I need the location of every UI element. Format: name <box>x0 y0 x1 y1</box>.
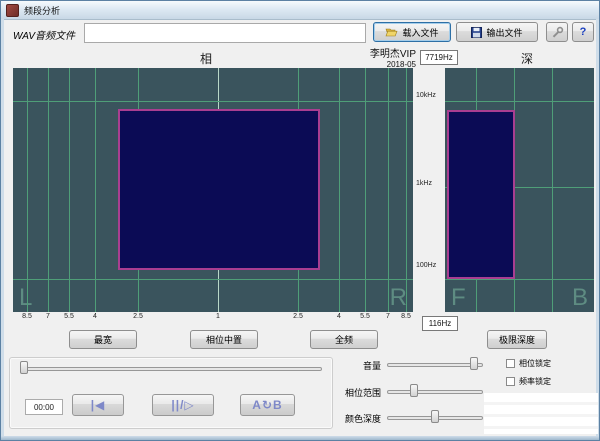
user-name: 李明杰VIP <box>341 45 416 60</box>
corner-label-right: R <box>390 284 407 312</box>
frequency-lock-checkbox[interactable] <box>506 377 515 386</box>
export-file-label: 输出文件 <box>486 26 522 39</box>
gridline-horizontal <box>13 101 413 102</box>
folder-open-icon <box>385 27 398 38</box>
corner-label-left: L <box>19 284 32 312</box>
help-label: ? <box>580 26 587 38</box>
frequency-scale: 10kHz 1kHz 100Hz <box>413 68 445 312</box>
play-pause-button[interactable]: ||/▷ <box>152 394 214 416</box>
phase-range-label: 相位范围 <box>341 386 381 399</box>
color-depth-slider-track[interactable] <box>387 416 483 420</box>
gridline-vertical <box>48 68 49 312</box>
full-frequency-button[interactable]: 全频 <box>310 330 378 349</box>
help-button[interactable]: ? <box>572 22 594 42</box>
selection-rectangle <box>118 109 320 270</box>
user-block: 李明杰VIP 2018-05 <box>341 45 416 69</box>
transport-group: 00:00 |◀ ||/▷ A↻B <box>9 357 333 429</box>
gridline-vertical <box>406 68 407 312</box>
gridline-horizontal <box>13 279 413 280</box>
volume-label: 音量 <box>341 359 381 372</box>
volume-slider-track[interactable] <box>387 363 483 367</box>
time-display: 00:00 <box>25 399 63 415</box>
axis-tick-label: 2.5 <box>293 313 303 320</box>
selection-rectangle <box>447 110 515 279</box>
axis-tick-label: 7 <box>386 313 390 320</box>
axis-tick-label: 7 <box>46 313 50 320</box>
window-border-right <box>596 19 599 436</box>
phase-heading: 相 <box>200 50 212 67</box>
gridline-vertical <box>27 68 28 312</box>
color-depth-label: 颜色深度 <box>341 412 381 425</box>
seek-slider-track[interactable] <box>20 367 322 371</box>
settings-button[interactable] <box>546 22 568 42</box>
load-file-button[interactable]: 载入文件 <box>373 22 451 42</box>
axis-tick-label: 4 <box>93 313 97 320</box>
corner-label-back: B <box>572 284 588 312</box>
gridline-vertical <box>69 68 70 312</box>
widest-button[interactable]: 最宽 <box>69 330 137 349</box>
axis-tick-label: 8.5 <box>22 313 32 320</box>
wav-file-label: WAV音频文件 <box>13 27 75 42</box>
gridline-vertical <box>95 68 96 312</box>
gridline-vertical <box>552 68 553 312</box>
phase-lock-label: 相位锁定 <box>519 358 551 369</box>
depth-analysis-panel[interactable]: F B <box>445 68 594 312</box>
phase-lock-row[interactable]: 相位锁定 <box>506 358 551 369</box>
phase-range-slider-thumb[interactable] <box>410 384 418 397</box>
limit-depth-button[interactable]: 极限深度 <box>487 330 547 349</box>
overlay-window <box>484 393 598 434</box>
save-icon <box>471 27 482 38</box>
frequency-lock-label: 频率锁定 <box>519 376 551 387</box>
gridline-vertical <box>388 68 389 312</box>
phase-axis-ticks: 8.5 7 5.5 4 2.5 1 2.5 4 5.5 7 8.5 <box>13 313 413 323</box>
top-frequency-readout: 7719Hz <box>420 50 458 65</box>
axis-tick-label: 5.5 <box>64 313 74 320</box>
axis-tick-label: 5.5 <box>360 313 370 320</box>
axis-tick-label: 8.5 <box>401 313 411 320</box>
phase-analysis-panel[interactable]: L R <box>13 68 413 312</box>
gridline-vertical <box>365 68 366 312</box>
gridline-vertical <box>339 68 340 312</box>
bottom-frequency-readout: 116Hz <box>422 316 458 331</box>
ab-loop-button[interactable]: A↻B <box>240 394 295 416</box>
corner-label-front: F <box>451 284 466 312</box>
file-path-input[interactable] <box>84 23 366 43</box>
skip-start-button[interactable]: |◀ <box>72 394 124 416</box>
axis-tick-label: 4 <box>337 313 341 320</box>
gridline-horizontal <box>445 101 594 102</box>
phase-center-button[interactable]: 相位中置 <box>190 330 258 349</box>
phase-range-slider-track[interactable] <box>387 390 483 394</box>
axis-tick-label: 2.5 <box>133 313 143 320</box>
gridline-horizontal <box>445 279 594 280</box>
load-file-label: 载入文件 <box>402 26 438 39</box>
axis-tick-label: 1 <box>216 313 220 320</box>
volume-slider-thumb[interactable] <box>470 357 478 370</box>
titlebar[interactable]: 频段分析 <box>1 1 599 20</box>
frequency-tick-label: 10kHz <box>416 92 436 99</box>
wrench-icon <box>551 26 564 39</box>
frequency-tick-label: 100Hz <box>416 262 436 269</box>
phase-lock-checkbox[interactable] <box>506 359 515 368</box>
app-icon <box>6 4 19 17</box>
seek-slider-thumb[interactable] <box>20 361 28 374</box>
depth-heading: 深 <box>521 50 533 67</box>
app-window: 频段分析 WAV音频文件 载入文件 输出文件 ? 相 李明杰VIP 2018-0… <box>0 0 600 441</box>
frequency-tick-label: 1kHz <box>416 180 432 187</box>
export-file-button[interactable]: 输出文件 <box>456 22 538 42</box>
window-border-left <box>1 19 4 436</box>
color-depth-slider-thumb[interactable] <box>431 410 439 423</box>
window-title: 频段分析 <box>24 4 60 17</box>
window-border-bottom <box>1 436 599 440</box>
frequency-lock-row[interactable]: 频率锁定 <box>506 376 551 387</box>
